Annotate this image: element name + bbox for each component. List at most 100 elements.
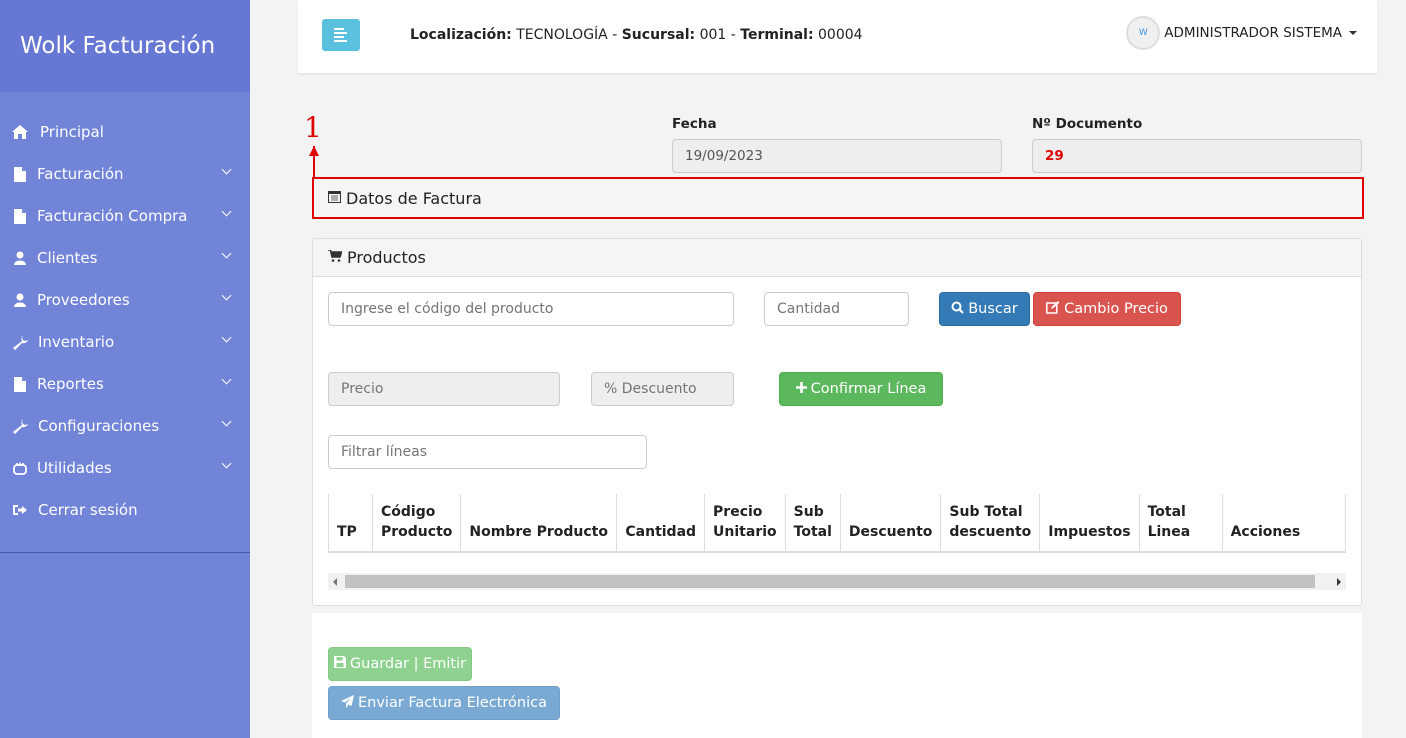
- menu-bar-icon: [334, 40, 347, 42]
- guardar-emitir-button[interactable]: Guardar | Emitir: [328, 647, 472, 681]
- sidebar-item-facturacion[interactable]: Facturación: [0, 153, 250, 195]
- sign-out-icon: [10, 504, 30, 516]
- plus-icon: [795, 381, 807, 397]
- column-header[interactable]: Sub Total descuento: [940, 494, 1041, 553]
- sidebar-item-inventario[interactable]: Inventario: [0, 321, 250, 363]
- scroll-right-icon[interactable]: [1337, 578, 1341, 586]
- confirmar-linea-button[interactable]: Confirmar Línea: [779, 372, 943, 406]
- sidebar-item-clientes[interactable]: Clientes: [0, 237, 250, 279]
- scrollbar-thumb[interactable]: [345, 575, 1315, 588]
- annotation-arrowhead-icon: [309, 146, 319, 156]
- user-icon: [10, 293, 30, 307]
- wrench-icon: [10, 418, 30, 434]
- sidebar-item-label: Proveedores: [37, 291, 130, 309]
- edit-icon: [1046, 300, 1060, 318]
- column-header[interactable]: Sub Total: [785, 494, 841, 553]
- confirmar-linea-label: Confirmar Línea: [810, 381, 927, 397]
- wrench-icon: [10, 334, 30, 350]
- separator: -: [726, 27, 741, 43]
- column-header[interactable]: Total Linea: [1139, 494, 1223, 553]
- annotation-number: 1: [304, 111, 322, 144]
- hand-icon: [10, 462, 30, 475]
- file-icon: [10, 166, 30, 182]
- column-header[interactable]: Cantidad: [616, 494, 706, 553]
- horizontal-scrollbar[interactable]: [328, 573, 1346, 590]
- sidebar-item-facturacion-compra[interactable]: Facturación Compra: [0, 195, 250, 237]
- cantidad-input[interactable]: [764, 292, 909, 326]
- separator: -: [607, 27, 622, 43]
- file-icon: [10, 376, 30, 392]
- chevron-down-icon: [221, 206, 232, 217]
- sidebar: Wolk Facturación Principal Facturación F…: [0, 0, 250, 738]
- save-icon: [333, 656, 346, 672]
- chevron-down-icon: [221, 290, 232, 301]
- column-header[interactable]: Precio Unitario: [704, 494, 786, 553]
- caret-down-icon: [1349, 31, 1357, 35]
- enviar-factura-button[interactable]: Enviar Factura Electrónica: [328, 686, 560, 720]
- sidebar-item-reportes[interactable]: Reportes: [0, 363, 250, 405]
- sucursal-value: 001: [699, 27, 727, 43]
- menu-bar-icon: [334, 36, 344, 38]
- column-header[interactable]: Código Producto: [372, 494, 462, 553]
- sidebar-divider: [0, 552, 250, 553]
- table-header-row: TP Código Producto Nombre Producto Canti…: [328, 494, 1347, 553]
- menu-bar-icon: [334, 28, 344, 30]
- chevron-down-icon: [221, 416, 232, 427]
- home-icon: [10, 125, 30, 139]
- user-name: ADMINISTRADOR SISTEMA: [1164, 25, 1342, 41]
- documento-field: 29: [1032, 139, 1362, 173]
- sidebar-item-principal[interactable]: Principal: [0, 111, 250, 153]
- user-menu[interactable]: W ADMINISTRADOR SISTEMA: [1126, 16, 1357, 50]
- topbar: Localización: TECNOLOGÍA - Sucursal: 001…: [298, 0, 1377, 74]
- sidebar-item-utilidades[interactable]: Utilidades: [0, 447, 250, 489]
- codigo-producto-input[interactable]: [328, 292, 734, 326]
- menu-bar-icon: [334, 32, 347, 34]
- file-icon: [10, 208, 30, 224]
- fecha-label: Fecha: [672, 116, 717, 132]
- column-header[interactable]: Acciones: [1222, 494, 1347, 553]
- location-info: Localización: TECNOLOGÍA - Sucursal: 001…: [410, 27, 863, 43]
- cambio-precio-button[interactable]: Cambio Precio: [1033, 292, 1181, 326]
- datos-factura-title: Datos de Factura: [346, 188, 482, 208]
- precio-input: [328, 372, 560, 406]
- buscar-label: Buscar: [968, 301, 1018, 317]
- sidebar-item-proveedores[interactable]: Proveedores: [0, 279, 250, 321]
- brand-title[interactable]: Wolk Facturación: [0, 0, 250, 92]
- sidebar-item-label: Cerrar sesión: [38, 501, 138, 519]
- column-header[interactable]: Nombre Producto: [460, 494, 618, 553]
- descuento-input: [591, 372, 734, 406]
- column-header[interactable]: Impuestos: [1039, 494, 1140, 553]
- sidebar-item-label: Facturación Compra: [37, 207, 188, 225]
- sidebar-item-label: Utilidades: [37, 459, 112, 477]
- sidebar-item-label: Reportes: [37, 375, 104, 393]
- chevron-down-icon: [221, 164, 232, 175]
- terminal-value: 00004: [818, 27, 863, 43]
- fecha-field: 19/09/2023: [672, 139, 1002, 173]
- user-icon: [10, 251, 30, 265]
- cambio-precio-label: Cambio Precio: [1064, 301, 1168, 317]
- buscar-button[interactable]: Buscar: [939, 292, 1030, 326]
- column-header[interactable]: TP: [328, 494, 373, 553]
- sucursal-label: Sucursal:: [621, 27, 696, 43]
- productos-panel-header: Productos: [313, 239, 1361, 277]
- productos-panel: Productos Buscar Cambio Precio Confirmar…: [312, 238, 1362, 606]
- sidebar-item-label: Facturación: [37, 165, 124, 183]
- avatar: W: [1126, 16, 1161, 50]
- sidebar-item-label: Principal: [40, 123, 104, 141]
- filtrar-lineas-input[interactable]: [328, 435, 647, 469]
- datos-factura-panel-header[interactable]: Datos de Factura: [312, 177, 1364, 219]
- enviar-factura-label: Enviar Factura Electrónica: [358, 695, 547, 711]
- sidebar-item-configuraciones[interactable]: Configuraciones: [0, 405, 250, 447]
- sidebar-item-label: Configuraciones: [38, 417, 160, 435]
- scroll-left-icon[interactable]: [333, 578, 337, 586]
- actions-area: Guardar | Emitir Enviar Factura Electrón…: [312, 613, 1362, 738]
- avatar-text: W: [1138, 28, 1148, 38]
- sidebar-item-cerrar-sesion[interactable]: Cerrar sesión: [0, 489, 250, 531]
- chevron-down-icon: [221, 458, 232, 469]
- shopping-cart-icon: [328, 248, 343, 266]
- send-icon: [341, 694, 354, 712]
- menu-toggle-button[interactable]: [322, 19, 360, 51]
- localizacion-value: TECNOLOGÍA: [516, 27, 608, 43]
- guardar-emitir-label: Guardar | Emitir: [349, 656, 467, 672]
- column-header[interactable]: Descuento: [840, 494, 942, 553]
